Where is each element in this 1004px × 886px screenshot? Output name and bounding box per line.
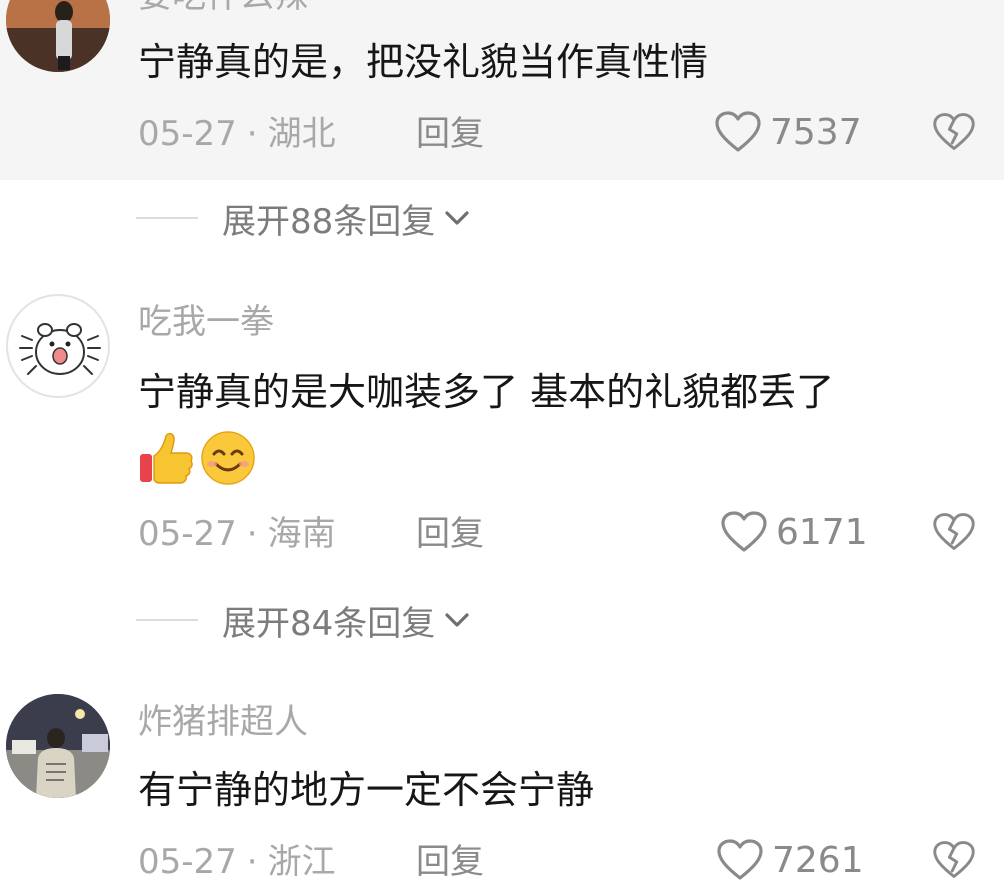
broken-heart-icon — [933, 513, 975, 550]
heart-icon — [715, 111, 761, 152]
like-button[interactable]: 7261 — [716, 838, 864, 882]
avatar[interactable] — [6, 0, 110, 72]
separator: · — [246, 514, 258, 554]
chevron-down-icon — [445, 211, 469, 225]
reply-button[interactable]: 回复 — [416, 514, 484, 554]
avatar-photo — [6, 694, 110, 798]
comment-item[interactable]: 炸猪排超人 有宁静的地方一定不会宁静 05-27 · 浙江 回复 7261 — [0, 680, 1004, 882]
avatar[interactable] — [6, 294, 110, 398]
like-button[interactable]: 6171 — [720, 510, 868, 554]
comment-item[interactable]: 要吃什么辣 宁静真的是，把没礼貌当作真性情 05-27·湖北 回复 7537 — [0, 0, 1004, 180]
comment-date: 05-27 — [138, 114, 237, 154]
like-button[interactable]: 7537 — [714, 110, 862, 154]
hamster-avatar — [19, 323, 101, 375]
avatar[interactable] — [6, 694, 110, 798]
comment-meta: 05-27 · 浙江 回复 — [138, 842, 484, 882]
reply-button[interactable]: 回复 — [416, 114, 484, 154]
avatar-photo — [6, 0, 110, 72]
dislike-button[interactable] — [932, 510, 976, 554]
emoji-row — [138, 430, 256, 490]
comment-location: 海南 — [267, 514, 336, 554]
expand-replies-label: 展开84条回复 — [222, 603, 436, 644]
smile-icon — [201, 431, 255, 485]
username[interactable]: 要吃什么辣 — [138, 0, 308, 16]
broken-heart-icon — [933, 841, 975, 878]
comment-text: 宁静真的是，把没礼貌当作真性情 — [138, 40, 709, 84]
like-count: 7261 — [772, 839, 864, 881]
separator: · — [246, 842, 258, 882]
heart-icon — [717, 839, 763, 880]
like-count: 6171 — [776, 511, 868, 553]
comment-location: 浙江 — [267, 842, 336, 882]
thumbs-up-icon — [140, 432, 193, 484]
expand-replies-button[interactable]: 展开84条回复 — [136, 600, 471, 644]
reply-button[interactable]: 回复 — [416, 842, 484, 882]
username[interactable]: 炸猪排超人 — [138, 702, 308, 742]
comment-location: 湖北 — [267, 114, 336, 154]
separator: · — [246, 114, 258, 154]
dislike-button[interactable] — [932, 838, 976, 882]
comment-text: 宁静真的是大咖装多了 基本的礼貌都丢了 — [138, 370, 835, 414]
comment-date: 05-27 — [138, 514, 237, 554]
heart-icon — [721, 511, 767, 552]
comment-item[interactable]: 吃我一拳 宁静真的是大咖装多了 基本的礼貌都丢了 05-27 · 海南 回复 617… — [0, 280, 1004, 580]
comment-meta: 05-27 · 湖北 回复 — [138, 114, 484, 154]
expand-replies-button[interactable]: 展开88条回复 — [136, 198, 471, 242]
comment-text: 有宁静的地方一定不会宁静 — [138, 768, 595, 812]
username[interactable]: 吃我一拳 — [138, 302, 274, 342]
dislike-button[interactable] — [932, 110, 976, 154]
comment-date: 05-27 — [138, 842, 237, 882]
divider-line — [136, 619, 198, 621]
broken-heart-icon — [933, 113, 975, 150]
divider-line — [136, 217, 198, 219]
chevron-down-icon — [445, 613, 469, 627]
like-count: 7537 — [770, 111, 862, 153]
expand-replies-label: 展开88条回复 — [222, 201, 436, 242]
comment-meta: 05-27 · 海南 回复 — [138, 514, 484, 554]
